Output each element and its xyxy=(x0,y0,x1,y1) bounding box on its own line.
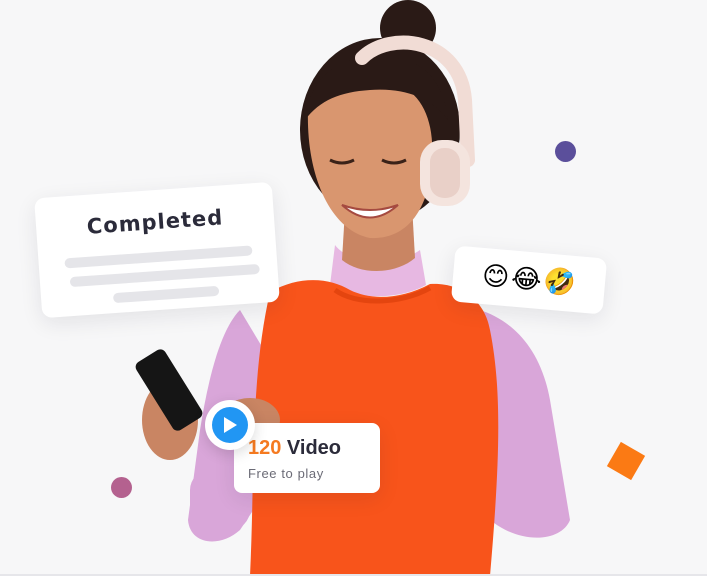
placeholder-line xyxy=(112,285,220,304)
rolling-laughing-icon: 🤣 xyxy=(542,266,578,300)
play-button[interactable] xyxy=(205,400,255,450)
video-count-card: 120 Video Free to play xyxy=(234,423,380,493)
decorative-dot-mauve xyxy=(111,477,132,498)
video-title: 120 Video xyxy=(248,437,341,460)
decorative-orange-diamond xyxy=(606,441,646,481)
video-count: 120 xyxy=(248,437,282,459)
video-label: Video xyxy=(281,437,342,459)
video-subtitle: Free to play xyxy=(248,466,324,481)
smiling-face-icon: 😊 xyxy=(480,260,511,294)
completed-card: Completed xyxy=(34,181,280,319)
placeholder-line xyxy=(64,245,253,269)
placeholder-line xyxy=(69,263,260,288)
hero-illustration: Completed 😊 😂 🤣 120 Video Free to play xyxy=(0,0,707,576)
tears-of-joy-icon: 😂 xyxy=(509,263,543,297)
completed-title: Completed xyxy=(86,205,224,239)
play-icon xyxy=(212,407,248,443)
